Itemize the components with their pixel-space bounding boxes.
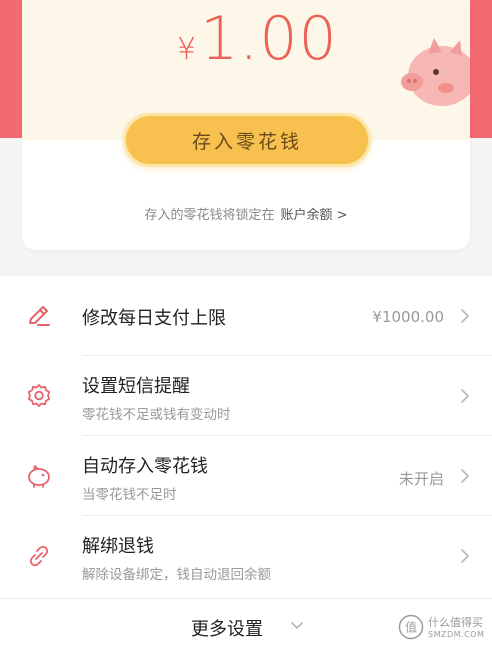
chevron-right-icon xyxy=(461,469,469,483)
piggy-bank-icon xyxy=(28,465,50,488)
lock-note-text: 存入的零花钱将锁定在 xyxy=(144,208,275,223)
smzdm-watermark: 值 什么值得买 SMZDM.COM xyxy=(398,612,490,644)
gear-icon xyxy=(27,384,51,407)
unbind-refund-subtitle: 解除设备绑定，钱自动退回余额 xyxy=(82,567,271,583)
watermark-logo-char: 值 xyxy=(405,620,417,635)
lock-note: 存入的零花钱将锁定在 账户余额 > xyxy=(22,204,470,223)
piggy-mascot-icon xyxy=(401,38,470,106)
chevron-right-icon xyxy=(461,549,469,563)
account-balance-link[interactable]: 账户余额 > xyxy=(280,208,347,223)
sms-reminder-subtitle: 零花钱不足或钱有变动时 xyxy=(82,407,231,423)
daily-limit-value: ¥1000.00 xyxy=(372,308,444,326)
pencil-edit-icon xyxy=(29,306,50,326)
auto-deposit-row[interactable]: 自动存入零花钱 当零花钱不足时 未开启 xyxy=(0,436,492,516)
balance-amount: ¥ 1.00 xyxy=(177,4,338,74)
more-settings-label: 更多设置 xyxy=(191,619,263,640)
amount-value: 1.00 xyxy=(200,4,338,74)
deposit-button[interactable]: 存入零花钱 xyxy=(123,113,371,167)
chevron-down-icon xyxy=(291,622,303,629)
daily-limit-title: 修改每日支付上限 xyxy=(82,308,226,329)
watermark-en: SMZDM.COM xyxy=(428,630,485,639)
daily-limit-row[interactable]: 修改每日支付上限 ¥1000.00 xyxy=(0,276,492,356)
settings-list: 修改每日支付上限 ¥1000.00 设置短信提醒 零花钱不足或钱有变动时 自动存… xyxy=(0,276,492,598)
auto-deposit-subtitle: 当零花钱不足时 xyxy=(82,487,177,503)
chevron-right-icon xyxy=(461,309,469,323)
unbind-refund-row[interactable]: 解绑退钱 解除设备绑定，钱自动退回余额 xyxy=(0,516,492,596)
watermark-logo: 值 xyxy=(398,614,424,640)
auto-deposit-status: 未开启 xyxy=(398,470,444,488)
sms-reminder-row[interactable]: 设置短信提醒 零花钱不足或钱有变动时 xyxy=(0,356,492,436)
watermark-cn: 什么值得买 xyxy=(428,616,483,629)
currency-symbol: ¥ xyxy=(177,32,197,67)
chevron-right-icon xyxy=(461,389,469,403)
broken-link-icon xyxy=(29,545,49,567)
unbind-refund-title: 解绑退钱 xyxy=(82,536,154,557)
sms-reminder-title: 设置短信提醒 xyxy=(82,376,190,397)
auto-deposit-title: 自动存入零花钱 xyxy=(82,456,208,477)
